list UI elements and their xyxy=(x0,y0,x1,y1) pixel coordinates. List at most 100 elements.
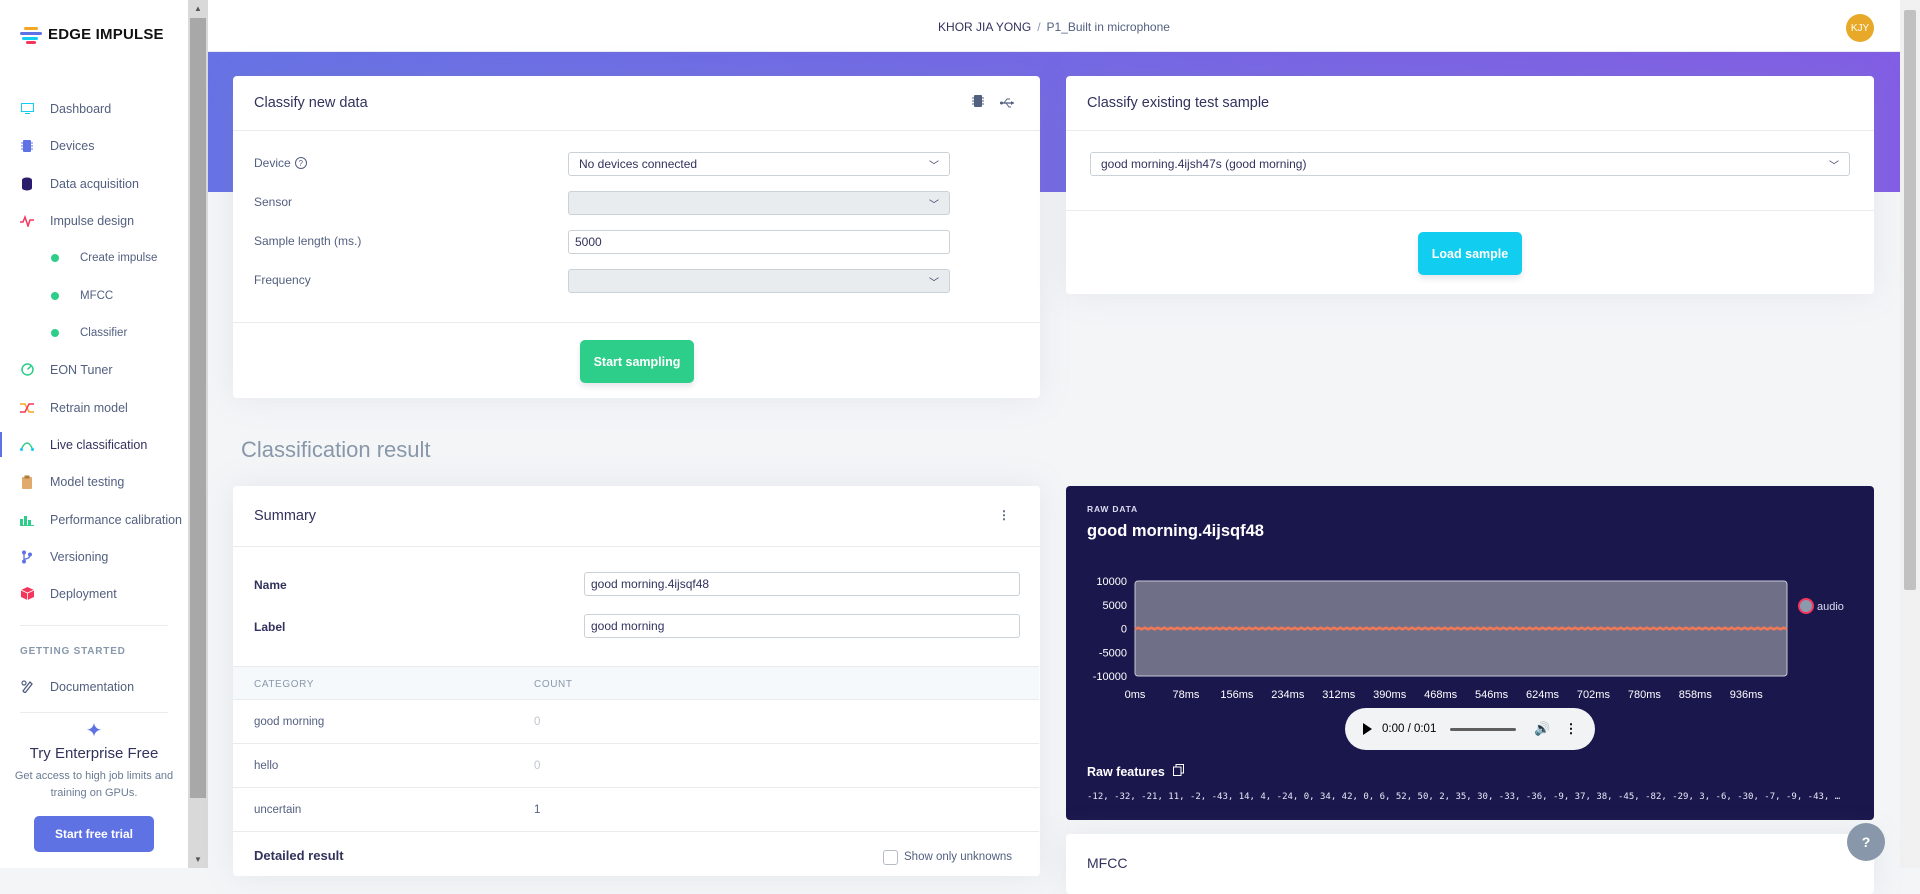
page-scrollbar[interactable] xyxy=(1900,0,1920,868)
sidebar-item-performance-calibration[interactable]: Performance calibration xyxy=(0,501,188,538)
device-select[interactable]: No devices connected ﹀ xyxy=(568,152,950,176)
dot-icon xyxy=(51,328,59,337)
breadcrumb-project[interactable]: P1_Built in microphone xyxy=(1047,20,1170,34)
sidebar-item-label: Retrain model xyxy=(50,400,128,415)
box-icon xyxy=(20,587,34,601)
top-bar: KHOR JIA YONG / P1_Built in microphone KJY xyxy=(208,0,1900,52)
more-vertical-icon[interactable]: ⋮ xyxy=(998,508,1010,522)
scroll-up-arrow-icon[interactable]: ▲ xyxy=(194,4,202,13)
sample-length-label: Sample length (ms.) xyxy=(254,234,362,248)
count-cell: 1 xyxy=(534,804,541,816)
sensor-select[interactable]: ﹀ xyxy=(568,191,950,215)
avatar[interactable]: KJY xyxy=(1846,14,1874,42)
category-cell: uncertain xyxy=(254,804,302,816)
clipboard-icon xyxy=(20,475,34,489)
x-tick-label: 780ms xyxy=(1628,689,1662,701)
sidebar-divider xyxy=(20,625,168,626)
frequency-select[interactable]: ﹀ xyxy=(568,269,950,293)
sidebar-item-data-acquisition[interactable]: Data acquisition xyxy=(0,165,188,202)
name-field: Name xyxy=(254,578,287,592)
label-input[interactable]: good morning xyxy=(584,614,1020,638)
enterprise-title: Try Enterprise Free xyxy=(29,745,159,762)
help-button[interactable]: ? xyxy=(1847,823,1885,861)
logo[interactable]: EDGE IMPULSE xyxy=(20,26,164,44)
sidebar-item-label: Versioning xyxy=(50,549,109,564)
sparkle-icon: ✦ xyxy=(85,720,103,742)
start-free-trial-button[interactable]: Start free trial xyxy=(34,816,154,852)
sidebar-item-live-classification[interactable]: Live classification xyxy=(0,426,188,463)
copy-icon[interactable] xyxy=(1172,764,1184,779)
chevron-down-icon: ﹀ xyxy=(1829,161,1839,172)
sidebar-scroll-thumb[interactable] xyxy=(190,18,206,798)
audio-player: 0:00 / 0:01 🔊 ⋮ xyxy=(1345,708,1595,750)
sidebar-item-retrain-model[interactable]: Retrain model xyxy=(0,389,188,426)
card-title: Classify new data xyxy=(254,95,368,111)
sidebar-item-mfcc[interactable]: MFCC xyxy=(0,277,188,314)
chip-icon[interactable] xyxy=(972,94,984,112)
test-sample-select[interactable]: good morning.4ijsh47s (good morning) ﹀ xyxy=(1090,152,1850,176)
sidebar-item-model-testing[interactable]: Model testing xyxy=(0,463,188,500)
sidebar-item-deployment[interactable]: Deployment xyxy=(0,575,188,612)
series-line-audio xyxy=(1134,626,1788,631)
device-field: Device ? xyxy=(254,156,307,170)
sidebar-item-label: Dashboard xyxy=(50,101,112,116)
sensor-field: Sensor xyxy=(254,195,292,209)
branch-icon xyxy=(20,550,34,564)
device-label: Device xyxy=(254,156,291,170)
sidebar-item-label: Deployment xyxy=(50,586,117,601)
count-cell: 0 xyxy=(534,716,541,728)
card-header: Classify new data xyxy=(233,76,1040,131)
tuner-icon xyxy=(20,363,34,377)
audio-progress-slider[interactable] xyxy=(1450,727,1517,731)
name-input[interactable]: good morning.4ijsqf48 xyxy=(584,572,1020,596)
legend-label-audio: audio xyxy=(1817,601,1844,613)
name-label: Name xyxy=(254,578,287,592)
monitor-icon xyxy=(20,102,34,116)
usb-icon[interactable] xyxy=(1000,96,1016,112)
frequency-label: Frequency xyxy=(254,273,311,287)
sidebar-item-eon-tuner[interactable]: EON Tuner xyxy=(0,351,188,388)
card-title: Summary xyxy=(254,508,317,524)
sidebar-item-label: Impulse design xyxy=(50,213,135,228)
x-tick-label: 312ms xyxy=(1322,689,1356,701)
sidebar: EDGE IMPULSE Dashboard Devices Data acqu… xyxy=(0,0,188,868)
sidebar-item-versioning[interactable]: Versioning xyxy=(0,538,188,575)
x-tick-label: 546ms xyxy=(1475,689,1509,701)
raw-data-chart[interactable]: 10000 5000 0 -5000 -10000 0ms 78ms 156ms 234ms 31… xyxy=(1066,486,1874,706)
sidebar-divider xyxy=(20,712,168,713)
show-unknowns-label[interactable]: Show only unknowns xyxy=(904,851,1012,863)
volume-icon[interactable]: 🔊 xyxy=(1534,721,1550,737)
sidebar-item-classifier[interactable]: Classifier xyxy=(0,314,188,351)
getting-started-title: GETTING STARTED xyxy=(20,646,126,657)
raw-features-title: Raw features xyxy=(1087,764,1165,779)
sidebar-item-devices[interactable]: Devices xyxy=(0,127,188,164)
start-sampling-button[interactable]: Start sampling xyxy=(580,340,694,383)
sidebar-item-create-impulse[interactable]: Create impulse xyxy=(0,239,188,276)
audio-time: 0:00 / 0:01 xyxy=(1382,723,1437,735)
scroll-down-arrow-icon[interactable]: ▼ xyxy=(194,855,202,864)
database-icon xyxy=(20,177,34,191)
table-row: uncertain 1 xyxy=(233,788,1039,832)
sample-length-input[interactable]: 5000 xyxy=(568,230,950,254)
detailed-result-title: Detailed result xyxy=(254,848,344,863)
category-cell: hello xyxy=(254,760,279,772)
category-cell: good morning xyxy=(254,716,325,728)
load-sample-button[interactable]: Load sample xyxy=(1418,232,1522,275)
bars-icon xyxy=(20,513,34,527)
sidebar-item-label: Devices xyxy=(50,138,95,153)
help-circle-icon[interactable]: ? xyxy=(294,157,307,169)
sidebar-item-label: MFCC xyxy=(80,289,114,302)
count-cell: 0 xyxy=(534,760,541,772)
sidebar-item-dashboard[interactable]: Dashboard xyxy=(0,90,188,127)
breadcrumb-owner[interactable]: KHOR JIA YONG xyxy=(938,20,1031,34)
more-vertical-icon[interactable]: ⋮ xyxy=(1565,721,1578,737)
show-unknowns-checkbox[interactable] xyxy=(883,850,898,865)
play-icon[interactable] xyxy=(1363,723,1372,735)
sidebar-item-documentation[interactable]: Documentation xyxy=(0,668,188,705)
y-tick-label: 5000 xyxy=(1103,600,1127,612)
sidebar-item-impulse-design[interactable]: Impulse design xyxy=(0,202,188,239)
chip-icon xyxy=(20,139,34,153)
sidebar-item-label: Documentation xyxy=(50,679,135,694)
page-scroll-thumb[interactable] xyxy=(1904,10,1916,590)
sidebar-scrollbar[interactable]: ▲ ▼ xyxy=(188,0,208,868)
